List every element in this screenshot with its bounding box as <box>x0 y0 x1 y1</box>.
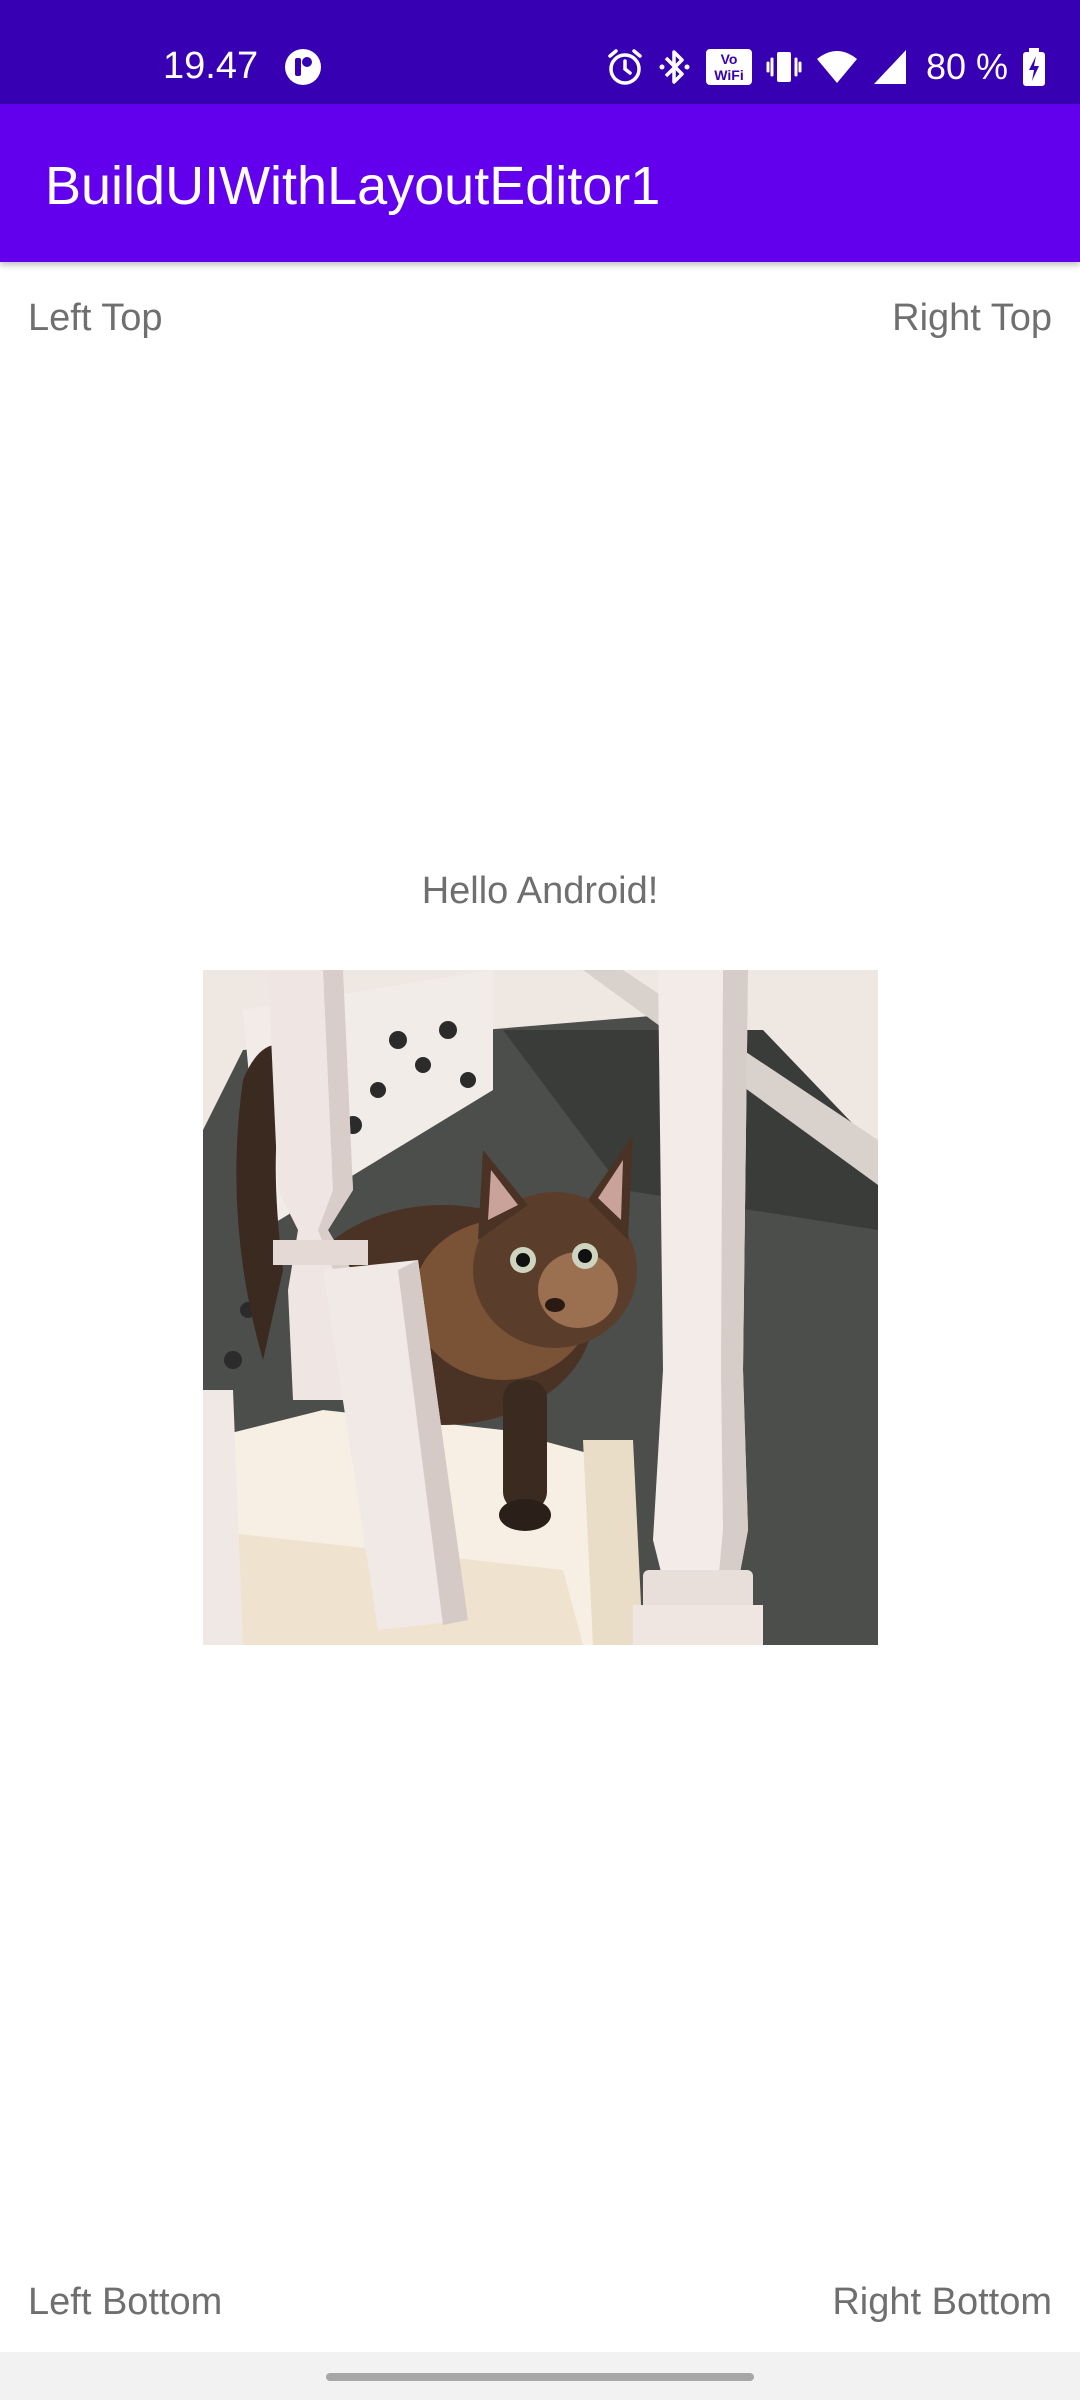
gesture-handle[interactable] <box>326 2373 754 2381</box>
status-time: 19.47 <box>163 45 259 87</box>
wifi-icon <box>816 47 858 87</box>
status-icons: Vo WiFi 80 % <box>606 44 1046 90</box>
left-top-label: Left Top <box>28 297 163 339</box>
hello-text: Hello Android! <box>421 870 659 912</box>
volte-wifi-icon: Vo WiFi <box>705 47 752 87</box>
status-bar: 19.47 Vo WiFi 80 % <box>0 0 1080 104</box>
vibrate-icon <box>766 47 802 87</box>
right-top-label: Right Top <box>892 297 1052 339</box>
right-bottom-label: Right Bottom <box>832 2281 1052 2323</box>
svg-text:Vo: Vo <box>721 51 738 67</box>
app-bar: BuildUIWithLayoutEditor1 <box>0 104 1080 262</box>
cat-photo <box>203 970 878 1645</box>
app-title: BuildUIWithLayoutEditor1 <box>45 156 661 216</box>
svg-text:WiFi: WiFi <box>714 67 743 83</box>
alarm-icon <box>606 47 644 87</box>
app-notification-icon <box>284 48 322 86</box>
left-bottom-label: Left Bottom <box>28 2281 223 2323</box>
battery-percent: 80 % <box>925 46 1008 87</box>
bluetooth-icon <box>658 47 692 87</box>
battery-charging-icon <box>1022 47 1046 87</box>
cellular-signal-icon <box>872 47 908 87</box>
